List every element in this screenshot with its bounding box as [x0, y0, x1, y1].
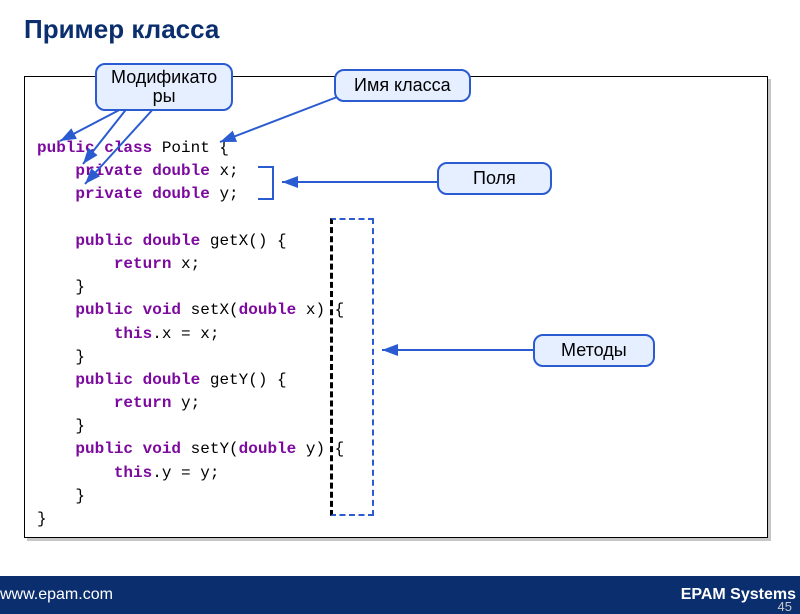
kw-public: public [37, 139, 95, 157]
bracket-fields [258, 166, 274, 200]
kw-return: return [37, 255, 171, 273]
brace: } [37, 487, 85, 505]
brace: } [37, 348, 85, 366]
footer-url: www.epam.com [0, 586, 113, 604]
return-y: y; [171, 394, 200, 412]
annotation-modifiers-l1: Модификато [111, 67, 217, 87]
class-name: Point { [152, 139, 229, 157]
method-sety: setY( [181, 440, 239, 458]
annotation-modifiers: Модификато ры [95, 63, 233, 111]
kw-double: double [143, 185, 210, 203]
brace: } [37, 417, 85, 435]
method-getx: getX() { [200, 232, 286, 250]
kw-this: this [37, 464, 152, 482]
brace-end: } [37, 510, 47, 528]
kw-public: public [37, 232, 133, 250]
assign-y: .y = y; [152, 464, 219, 482]
kw-private: private [37, 185, 143, 203]
method-gety: getY() { [200, 371, 286, 389]
annotation-methods: Методы [533, 334, 655, 367]
field-y: y; [210, 185, 239, 203]
field-x: x; [210, 162, 239, 180]
kw-double: double [239, 440, 297, 458]
kw-class: class [95, 139, 153, 157]
assign-x: .x = x; [152, 325, 219, 343]
kw-double: double [143, 162, 210, 180]
kw-void: void [133, 440, 181, 458]
kw-public: public [37, 440, 133, 458]
kw-double: double [133, 371, 200, 389]
code-panel: public class Point { private double x; p… [24, 76, 768, 538]
method-setx: setX( [181, 301, 239, 319]
kw-void: void [133, 301, 181, 319]
return-x: x; [171, 255, 200, 273]
annotation-modifiers-l2: ры [153, 86, 176, 106]
kw-double: double [133, 232, 200, 250]
bracket-methods [330, 218, 374, 516]
kw-public: public [37, 371, 133, 389]
annotation-fields: Поля [437, 162, 552, 195]
kw-public: public [37, 301, 133, 319]
kw-this: this [37, 325, 152, 343]
kw-double: double [239, 301, 297, 319]
code-block: public class Point { private double x; p… [25, 77, 767, 541]
kw-return: return [37, 394, 171, 412]
annotation-class-name: Имя класса [334, 69, 471, 102]
slide-title: Пример класса [24, 14, 800, 45]
page-number: 45 [778, 599, 792, 614]
kw-private: private [37, 162, 143, 180]
footer-bar: www.epam.com EPAM Systems [0, 576, 800, 614]
brace: } [37, 278, 85, 296]
